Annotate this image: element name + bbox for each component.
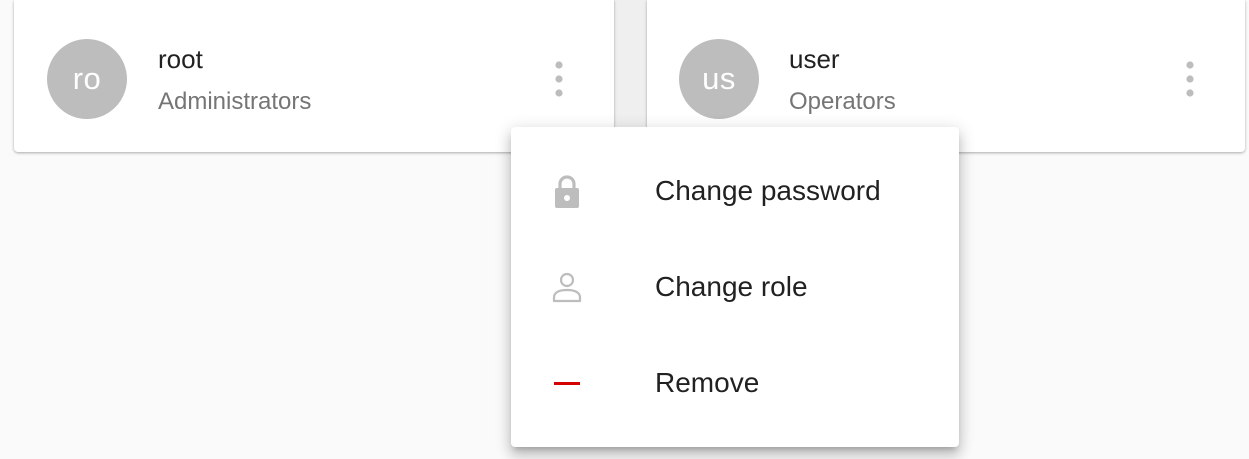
avatar: us: [679, 39, 759, 119]
menu-item-label: Change password: [655, 175, 881, 206]
person-icon: [552, 272, 582, 303]
lock-icon: [555, 175, 579, 208]
menu-item-change-password[interactable]: Change password: [511, 143, 959, 239]
avatar: ro: [47, 39, 127, 119]
more-vert-icon: [555, 61, 563, 97]
more-vert-icon: [1186, 61, 1194, 97]
user-name: user: [789, 44, 840, 74]
menu-item-remove[interactable]: Remove: [511, 335, 959, 431]
remove-icon: [554, 382, 580, 385]
user-name: root: [158, 44, 203, 74]
more-options-button[interactable]: [1172, 55, 1208, 103]
menu-item-change-role[interactable]: Change role: [511, 239, 959, 335]
menu-item-label: Remove: [655, 367, 760, 398]
menu-item-label: Change role: [655, 271, 808, 302]
user-role: Administrators: [158, 88, 312, 115]
cards-gutter: [614, 0, 647, 140]
user-actions-menu: Change password Change role Remove: [511, 127, 959, 447]
more-options-button[interactable]: [541, 55, 577, 103]
user-role: Operators: [789, 88, 896, 115]
